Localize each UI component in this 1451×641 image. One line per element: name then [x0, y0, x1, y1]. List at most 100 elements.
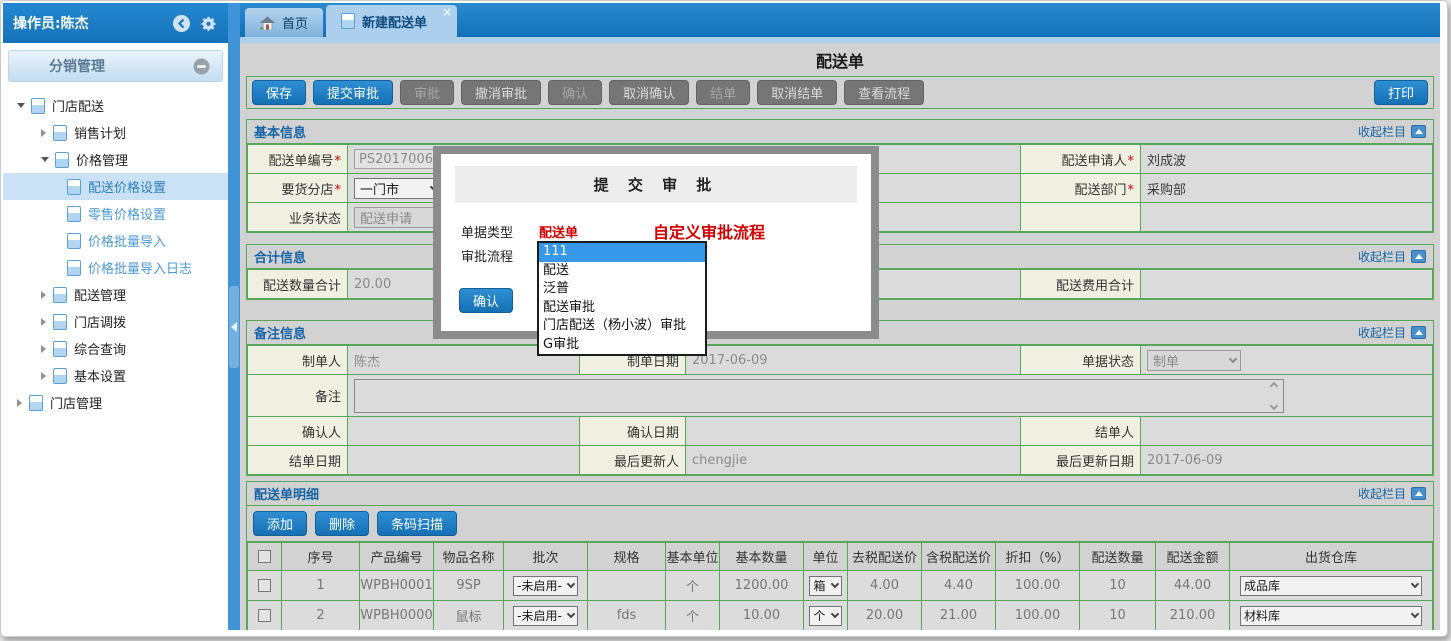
document-icon [31, 98, 45, 114]
closer-label: 结单人 [1021, 417, 1141, 446]
gear-icon[interactable] [199, 14, 218, 33]
revoke-approval-button[interactable]: 撤消审批 [461, 80, 541, 105]
collapsed-triangle-icon[interactable] [41, 291, 46, 299]
branch-select[interactable]: 一门市 [354, 178, 442, 199]
cell-seq: 1 [282, 571, 360, 601]
make-date-value: 2017-06-09 [686, 346, 1021, 375]
print-button[interactable]: 打印 [1374, 80, 1428, 105]
cell-qty: 10 [1080, 571, 1156, 601]
confirm-date-label: 确认日期 [580, 417, 686, 446]
submit-approval-button[interactable]: 提交审批 [313, 80, 393, 105]
flow-option[interactable]: 泛普 [539, 280, 705, 299]
save-button[interactable]: 保存 [252, 80, 306, 105]
section-detail: 配送单明细 收起栏目 添加 删除 条码扫描 [246, 481, 1434, 630]
chevron-down-icon [567, 610, 575, 618]
tree-item-label: 综合查询 [74, 339, 126, 358]
section-title: 基本信息 [254, 122, 1358, 141]
sidebar-splitter[interactable] [228, 3, 240, 630]
approve-button[interactable]: 审批 [400, 80, 454, 105]
batch-select[interactable]: -未启用- [513, 606, 578, 626]
cell-seq: 2 [282, 601, 360, 631]
remark-label: 备注 [248, 375, 348, 417]
sidebar-item-store-delivery[interactable]: 门店配送 [3, 92, 228, 119]
flow-option[interactable]: 配送审批 [539, 299, 705, 318]
sidebar-item-comprehensive-query[interactable]: 综合查询 [3, 335, 228, 362]
close-order-button[interactable]: 结单 [696, 80, 750, 105]
collapsed-triangle-icon[interactable] [17, 399, 22, 407]
batch-select[interactable]: -未启用- [513, 576, 578, 596]
delete-row-button[interactable]: 删除 [315, 511, 369, 536]
panel-title-bar[interactable]: 分销管理 [8, 50, 223, 82]
document-icon [67, 179, 81, 195]
cancel-confirm-button[interactable]: 取消确认 [609, 80, 689, 105]
collapse-section-button[interactable]: 收起栏目 [1358, 123, 1426, 140]
remarks-table: 制单人 陈杰 制单日期 2017-06-09 单据状态 制单 备注 [247, 345, 1433, 475]
confirm-date-value [686, 417, 1021, 446]
sidebar: 操作员:陈杰 分销管理 门店配送 销售计划 价格管理 配送价格设置 零售价格设置… [3, 3, 228, 630]
sidebar-item-store-management[interactable]: 门店管理 [3, 389, 228, 416]
document-icon [53, 368, 67, 384]
row-checkbox[interactable] [258, 579, 271, 592]
collapsed-triangle-icon[interactable] [41, 372, 46, 380]
expand-triangle-icon[interactable] [41, 157, 49, 162]
confirm-button[interactable]: 确认 [548, 80, 602, 105]
tab-home[interactable]: 首页 [245, 8, 323, 37]
barcode-scan-button[interactable]: 条码扫描 [377, 511, 457, 536]
sidebar-item-basic-settings[interactable]: 基本设置 [3, 362, 228, 389]
sidebar-item-sales-plan[interactable]: 销售计划 [3, 119, 228, 146]
sidebar-item-price-batch-import[interactable]: 价格批量导入 [3, 227, 228, 254]
sidebar-item-price-management[interactable]: 价格管理 [3, 146, 228, 173]
tab-close-icon[interactable]: × [442, 5, 452, 19]
toolbar: 保存 提交审批 审批 撤消审批 确认 取消确认 结单 取消结单 查看流程 打印 [246, 76, 1434, 109]
warehouse-select[interactable]: 材料库 [1240, 606, 1422, 626]
collapse-up-icon [1411, 250, 1426, 263]
back-circle-icon[interactable] [172, 14, 191, 33]
unit-select[interactable]: 个 [809, 606, 841, 626]
column-header: 基本单位 [666, 543, 720, 571]
approval-flow-listbox[interactable]: 111 配送 泛普 配送审批 门店配送（杨小波）审批 G审批 [537, 241, 707, 356]
tree-item-label: 价格批量导入日志 [88, 258, 192, 277]
unit-select[interactable]: 箱 [809, 576, 841, 596]
flow-option[interactable]: 配送 [539, 262, 705, 281]
sidebar-item-price-batch-import-log[interactable]: 价格批量导入日志 [3, 254, 228, 281]
document-icon [29, 395, 43, 411]
remark-textarea[interactable] [354, 379, 1284, 413]
flow-option[interactable]: G审批 [539, 336, 705, 355]
sidebar-item-store-allocation[interactable]: 门店调拨 [3, 308, 228, 335]
sidebar-item-retail-price-setting[interactable]: 零售价格设置 [3, 200, 228, 227]
sidebar-item-delivery-price-setting[interactable]: 配送价格设置 [3, 173, 228, 200]
doc-status-select[interactable]: 制单 [1147, 350, 1241, 371]
warehouse-select[interactable]: 成品库 [1240, 576, 1422, 596]
sidebar-item-delivery-management[interactable]: 配送管理 [3, 281, 228, 308]
dialog-confirm-button[interactable]: 确认 [459, 288, 513, 313]
collapse-section-button[interactable]: 收起栏目 [1358, 324, 1426, 341]
dept-value: 采购部 [1141, 174, 1433, 203]
collapsed-triangle-icon[interactable] [41, 129, 46, 137]
row-checkbox[interactable] [258, 609, 271, 622]
app-window: 操作员:陈杰 分销管理 门店配送 销售计划 价格管理 配送价格设置 零售价格设置… [0, 0, 1448, 637]
tree-item-label: 门店配送 [52, 96, 104, 115]
cancel-close-order-button[interactable]: 取消结单 [757, 80, 837, 105]
flow-option-selected[interactable]: 111 [539, 243, 705, 262]
flow-option[interactable]: 门店配送（杨小波）审批 [539, 317, 705, 336]
add-row-button[interactable]: 添加 [253, 511, 307, 536]
chevron-down-icon [1411, 580, 1419, 588]
update-date-label: 最后更新日期 [1021, 446, 1141, 475]
column-header: 规格 [588, 543, 666, 571]
collapse-section-button[interactable]: 收起栏目 [1358, 485, 1426, 502]
expand-triangle-icon[interactable] [17, 103, 25, 108]
collapse-section-button[interactable]: 收起栏目 [1358, 248, 1426, 265]
collapsed-triangle-icon[interactable] [41, 318, 46, 326]
sidebar-collapse-handle[interactable] [229, 286, 239, 368]
dept-label: 配送部门* [1021, 174, 1141, 203]
textarea-scroll-arrows[interactable] [1265, 381, 1282, 411]
collapse-label: 收起栏目 [1358, 123, 1406, 140]
tab-new-delivery-order[interactable]: 新建配送单 × [326, 5, 457, 37]
table-row: 1 WPBH0001 9SP -未启用- 个 1200.00 箱 4.00 4.… [248, 571, 1433, 601]
collapsed-triangle-icon[interactable] [41, 345, 46, 353]
panel-collapse-icon[interactable] [193, 58, 210, 75]
view-flow-button[interactable]: 查看流程 [844, 80, 924, 105]
select-all-checkbox[interactable] [258, 550, 271, 563]
cell-discount: 100.00 [996, 601, 1080, 631]
document-icon [67, 233, 81, 249]
